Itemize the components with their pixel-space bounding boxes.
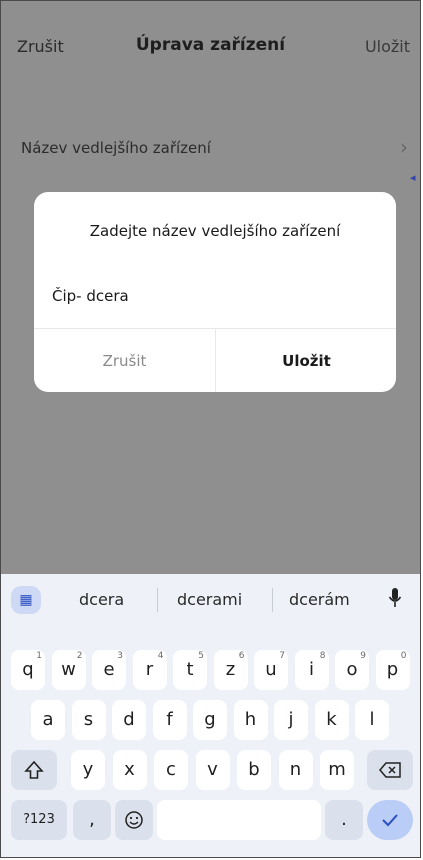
key-b[interactable]: b [237, 750, 271, 790]
key-f[interactable]: f [152, 700, 187, 740]
soft-keyboard: ▦ dcera dcerami dcerám q1w2e3r4t5z6u7i8o… [1, 574, 420, 857]
key-label: t [186, 659, 194, 680]
key-label: e [103, 659, 115, 680]
key-s[interactable]: s [71, 700, 106, 740]
key-number-hint: 2 [76, 651, 83, 661]
device-name-input[interactable] [52, 282, 372, 310]
enter-key[interactable] [367, 800, 413, 840]
key-z[interactable]: z6 [213, 650, 248, 690]
key-l[interactable]: l [355, 700, 389, 740]
dialog-cancel-button[interactable]: Zrušit [34, 329, 215, 392]
key-label: r [145, 659, 154, 680]
key-k[interactable]: k [314, 700, 349, 740]
key-number-hint: 1 [36, 651, 42, 661]
suggestion-3[interactable]: dcerám [289, 590, 350, 609]
phone-screen: Zrušit Úprava zařízení Uložit Název vedl… [0, 0, 421, 858]
key-number-hint: 7 [279, 651, 285, 661]
comma-key[interactable]: , [73, 800, 111, 840]
backspace-icon [379, 762, 401, 778]
microphone-icon[interactable] [388, 586, 402, 610]
row-label: Název vedlejšího zařízení [21, 139, 211, 157]
backspace-key[interactable] [367, 750, 413, 790]
suggestion-divider [272, 588, 273, 612]
top-bar: Zrušit Úprava zařízení Uložit [1, 1, 420, 91]
key-label: u [265, 659, 277, 680]
key-number-hint: 5 [198, 651, 204, 661]
rename-dialog: Zadejte název vedlejšího zařízení Zrušit… [34, 192, 396, 392]
settings-row-subdevice-name[interactable]: Název vedlejšího zařízení › [1, 121, 420, 171]
shift-arrow-icon [24, 760, 44, 779]
page-title: Úprava zařízení [135, 35, 286, 55]
suggestion-bar: ▦ dcera dcerami dcerám [1, 574, 420, 624]
dialog-save-button[interactable]: Uložit [216, 329, 396, 392]
key-label: w [61, 659, 76, 680]
key-label: q [22, 659, 34, 680]
key-c[interactable]: c [154, 750, 188, 790]
apps-grid-icon[interactable]: ▦ [11, 586, 41, 614]
key-label: p [386, 659, 399, 680]
checkmark-icon [382, 814, 398, 827]
chevron-right-icon: › [400, 135, 408, 159]
scroll-indicator-icon: ◂ [410, 171, 416, 184]
key-j[interactable]: j [274, 700, 308, 740]
key-label: i [308, 659, 314, 680]
key-u[interactable]: u7 [254, 650, 288, 690]
dialog-title: Zadejte název vedlejšího zařízení [89, 222, 341, 240]
key-d[interactable]: d [112, 700, 146, 740]
key-r[interactable]: r4 [132, 650, 167, 690]
key-label: o [346, 659, 358, 680]
key-g[interactable]: g [193, 700, 227, 740]
key-q[interactable]: q1 [11, 650, 45, 690]
header-save-button[interactable]: Uložit [365, 37, 410, 56]
suggestion-1[interactable]: dcera [79, 590, 124, 609]
emoji-icon [125, 811, 143, 829]
key-y[interactable]: y [71, 750, 105, 790]
key-p[interactable]: p0 [375, 650, 410, 690]
period-key[interactable]: . [325, 800, 363, 840]
key-number-hint: 3 [117, 651, 123, 661]
symbols-key[interactable]: ?123 [11, 800, 67, 840]
key-h[interactable]: h [233, 700, 268, 740]
key-i[interactable]: i8 [294, 650, 329, 690]
suggestion-divider [157, 588, 158, 612]
key-number-hint: 6 [238, 651, 245, 661]
key-t[interactable]: t5 [173, 650, 207, 690]
key-number-hint: 4 [157, 651, 164, 661]
key-o[interactable]: o9 [335, 650, 369, 690]
key-a[interactable]: a [31, 700, 65, 740]
key-v[interactable]: v [195, 750, 230, 790]
key-number-hint: 8 [319, 651, 326, 661]
suggestion-2[interactable]: dcerami [177, 590, 242, 609]
key-number-hint: 0 [400, 651, 407, 661]
emoji-key[interactable] [115, 800, 153, 840]
key-x[interactable]: x [112, 750, 147, 790]
key-n[interactable]: n [278, 750, 313, 790]
key-label: z [225, 659, 236, 680]
space-key[interactable] [157, 800, 321, 840]
key-number-hint: 9 [360, 651, 366, 661]
key-w[interactable]: w2 [51, 650, 86, 690]
key-e[interactable]: e3 [92, 650, 126, 690]
key-m[interactable]: m [320, 750, 354, 790]
shift-key[interactable] [11, 750, 57, 790]
